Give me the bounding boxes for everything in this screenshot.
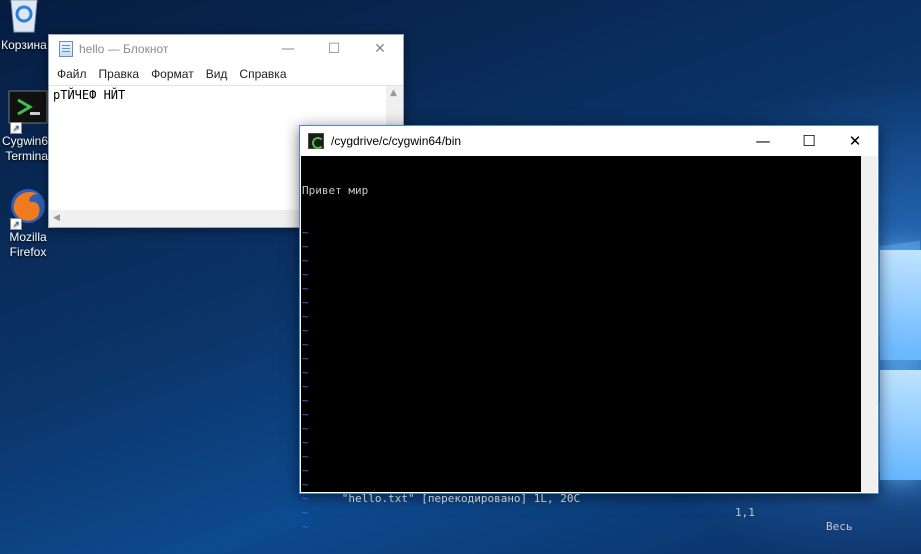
- vim-empty-line: ~: [302, 282, 309, 295]
- close-button[interactable]: ✕: [832, 126, 878, 156]
- vim-empty-line: ~: [302, 324, 309, 337]
- notepad-content[interactable]: рТЙЧЕФ НЙТ: [53, 88, 125, 102]
- close-button[interactable]: ✕: [357, 35, 403, 63]
- vim-status-line: "hello.txt" [перекодировано] 1L, 20C 1,1…: [302, 478, 861, 533]
- vim-empty-line: ~: [302, 436, 309, 449]
- vim-empty-line: ~: [302, 310, 309, 323]
- vim-empty-line: ~: [302, 366, 309, 379]
- vim-empty-line: ~: [302, 226, 309, 239]
- notepad-title: hello — Блокнот: [79, 42, 169, 56]
- vim-empty-line: ~: [302, 268, 309, 281]
- windows-logo-pane: [880, 250, 921, 360]
- vim-empty-line: ~: [302, 352, 309, 365]
- menu-view[interactable]: Вид: [200, 67, 234, 81]
- shortcut-arrow-icon: ↗: [10, 122, 22, 134]
- shortcut-arrow-icon: ↗: [10, 218, 22, 230]
- terminal-titlebar[interactable]: /cygdrive/c/cygwin64/bin — ☐ ✕: [300, 126, 878, 156]
- cygwin-terminal-window[interactable]: /cygdrive/c/cygwin64/bin — ☐ ✕ Привет ми…: [299, 125, 879, 533]
- terminal-scrollbar[interactable]: [861, 156, 877, 492]
- vim-empty-line: ~: [302, 338, 309, 351]
- terminal-title: /cygdrive/c/cygwin64/bin: [331, 134, 462, 148]
- cygwin-icon: [308, 133, 324, 149]
- terminal-screen[interactable]: Привет мир ~ ~ ~ ~ ~ ~ ~ ~ ~ ~ ~ ~ ~ ~ ~ ~ ~ ~ ~ ~ ~ ~ "hello…: [301, 156, 861, 533]
- vim-line: Привет мир: [302, 184, 369, 197]
- minimize-button[interactable]: —: [265, 35, 311, 63]
- menu-help[interactable]: Справка: [233, 67, 292, 81]
- vim-empty-line: ~: [302, 408, 309, 421]
- notepad-titlebar[interactable]: hello — Блокнот — ☐ ✕: [49, 35, 403, 63]
- maximize-button[interactable]: ☐: [311, 35, 357, 63]
- vim-empty-line: ~: [302, 296, 309, 309]
- desktop-icon-recycle-bin[interactable]: Корзина: [0, 0, 54, 53]
- menu-format[interactable]: Формат: [145, 67, 200, 81]
- menu-file[interactable]: Файл: [51, 67, 93, 81]
- maximize-button[interactable]: ☐: [786, 126, 832, 156]
- vim-empty-line: ~: [302, 254, 309, 267]
- menu-edit[interactable]: Правка: [93, 67, 146, 81]
- vim-empty-line: ~: [302, 450, 309, 463]
- vim-empty-line: ~: [302, 422, 309, 435]
- vim-empty-line: ~: [302, 464, 309, 477]
- vim-status-position: 1,1: [735, 506, 755, 519]
- minimize-button[interactable]: —: [740, 126, 786, 156]
- windows-logo-pane: [880, 370, 921, 480]
- scroll-left-icon[interactable]: ◀: [53, 213, 60, 223]
- recycle-bin-icon: [7, 0, 41, 34]
- firefox-icon: ↗: [8, 186, 48, 230]
- desktop-icon-label: Корзина: [1, 38, 47, 52]
- desktop-icon-label: Mozilla Firefox: [9, 230, 47, 259]
- vim-status-file: "hello.txt" [перекодировано] 1L, 20C: [341, 492, 581, 505]
- cygwin-terminal-icon: ↗: [8, 90, 48, 134]
- vim-status-percent: Весь: [826, 520, 853, 533]
- vim-empty-line: ~: [302, 380, 309, 393]
- notepad-menubar: Файл Правка Формат Вид Справка: [49, 63, 403, 85]
- vim-empty-line: ~: [302, 394, 309, 407]
- vim-empty-line: ~: [302, 240, 309, 253]
- scroll-up-icon[interactable]: ▲: [390, 88, 397, 98]
- desktop-icon-label: Cygwin64 Terminal: [2, 134, 55, 163]
- notepad-icon: [59, 41, 73, 57]
